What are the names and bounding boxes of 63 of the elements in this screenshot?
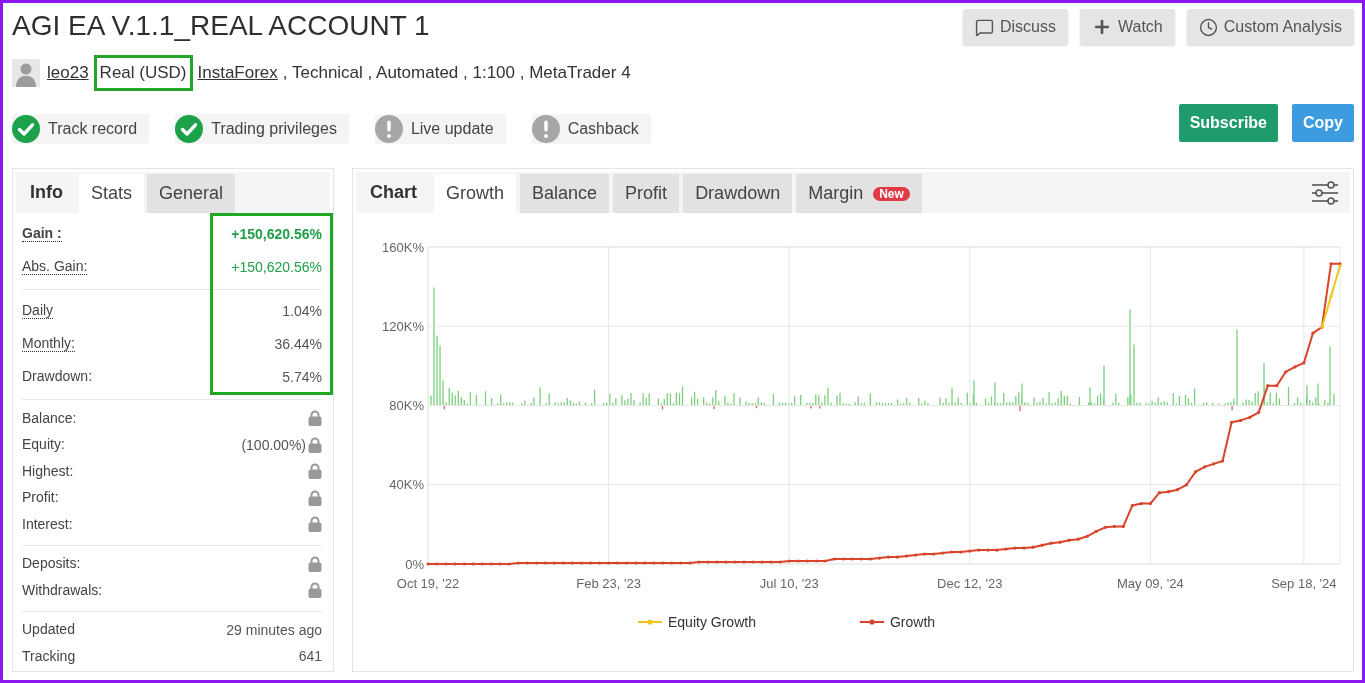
action-button[interactable]: Subscribe [1178,104,1278,142]
legend-item[interactable]: Growth [859,614,936,630]
stat-label: Gain : [22,225,62,242]
stat-label: Abs. Gain: [22,258,88,275]
new-badge: New [873,186,910,201]
tab[interactable]: Profit [613,174,680,213]
profile-link[interactable]: InstaForex [197,63,278,83]
x-axis-label: Jul 10, '23 [759,576,819,591]
tab[interactable]: Growth [434,174,517,213]
tab[interactable]: General [147,174,236,213]
stat-value: +150,620.56% [231,225,322,242]
header-button[interactable]: Watch [1080,9,1175,45]
y-axis-label: 40K% [389,477,424,493]
stat-label: Tracking [22,647,76,665]
y-axis-label: 80K% [389,398,424,413]
badge-label: Cashback [567,120,639,138]
stat-label: Profit: [22,489,59,507]
badge-label: Trading privileges [211,120,337,138]
badge-label: Track record [48,120,138,138]
x-axis-label: Feb 23, '23 [576,576,641,591]
stat-label: Updated [22,621,75,639]
tab[interactable]: Stats [79,174,145,213]
chat-bubble-icon [974,17,994,37]
y-axis-label: 160K% [382,239,424,255]
tab[interactable]: Margin New [796,174,922,213]
stat-value: 1.04% [282,302,322,319]
x-axis-label: Oct 19, '22 [396,576,460,591]
header-button[interactable]: Custom Analysis [1186,9,1354,45]
settings-icon[interactable] [1311,180,1339,205]
y-axis-label: 120K% [382,318,424,334]
stat-label: Deposits: [22,555,81,573]
account-info-text: , Technical , Automated , 1:100 , MetaTrader 4 [282,63,631,83]
legend-item[interactable]: Equity Growth [638,614,756,630]
panel-title: Chart [369,182,418,203]
stat-label: Equity: [22,436,65,454]
badge-label: Live update [410,120,494,138]
stat-label: Monthly: [22,335,75,352]
x-axis-label: May 09, '24 [1117,576,1184,591]
stat-label: Balance: [22,409,77,427]
stat-label: Drawdown: [22,368,93,385]
account-info-text: Real (USD) [93,55,193,91]
profile-link[interactable]: leo23 [47,63,89,83]
user-avatar-icon [12,59,40,87]
tab[interactable]: Drawdown [683,174,793,213]
stat-value: 29 minutes ago [226,621,322,638]
y-axis-label: 0% [405,556,424,572]
header-button[interactable]: Discuss [962,9,1068,45]
stat-value: 5.74% [282,368,322,385]
stat-label: Interest: [22,515,73,533]
stat-value: 641 [298,648,322,665]
stat-label: Daily [22,302,54,319]
page-title: AGI EA V.1.1_REAL ACCOUNT 1 [12,9,430,43]
stat-value: +150,620.56% [231,258,322,275]
x-axis-label: Dec 12, '23 [937,576,1003,591]
stat-value: (100.00%) [241,436,306,453]
tab[interactable]: Balance [520,174,610,213]
stat-label: Highest: [22,462,74,480]
x-axis-label: Sep 18, '24 [1271,576,1337,591]
panel-title: Info [29,182,64,203]
stat-value: 36.44% [274,335,322,352]
stat-label: Withdrawals: [22,581,103,599]
clock-icon [1198,17,1218,37]
plus-icon [1092,17,1112,37]
